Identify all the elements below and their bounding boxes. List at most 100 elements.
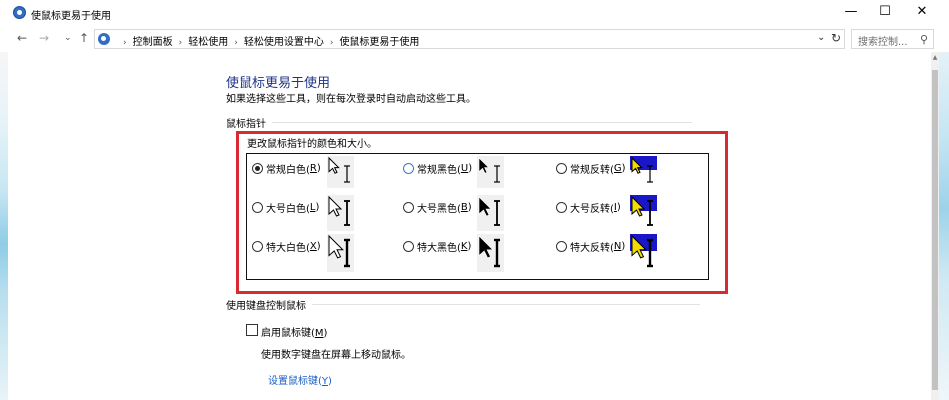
radio-button[interactable]: [252, 163, 263, 174]
pointer-preview-black-large: [477, 195, 504, 231]
radio-button[interactable]: [252, 241, 263, 252]
pointer-preview-white-regular: [327, 156, 354, 188]
pointer-option-black-large[interactable]: 大号黑色(B): [403, 200, 472, 215]
breadcrumb-item[interactable]: 轻松使用: [188, 37, 228, 48]
page-description: 如果选择这些工具，则在每次登录时自动启动这些工具。: [226, 94, 476, 105]
access-key: U: [460, 163, 469, 174]
pointer-option-inverted-extra-large[interactable]: 特大反转(N): [556, 239, 625, 254]
section-label: 使用键盘控制鼠标: [226, 301, 306, 312]
recent-locations-chevron-icon[interactable]: ⌄: [64, 33, 72, 43]
forward-arrow-icon[interactable]: →: [39, 31, 49, 45]
breadcrumb-item[interactable]: 轻松使用设置中心: [244, 37, 324, 48]
access-key: X: [309, 241, 317, 252]
mouse-keys-description: 使用数字键盘在屏幕上移动鼠标。: [261, 350, 411, 361]
pointer-option-black-extra-large[interactable]: 特大黑色(K): [403, 239, 471, 254]
access-key: N: [613, 241, 622, 252]
pointer-option-white-large[interactable]: 大号白色(L): [252, 200, 319, 215]
arrow-cursor-icon: [328, 234, 345, 259]
cursor-preview-icon: [630, 234, 657, 268]
text-cursor-icon: [494, 165, 500, 183]
radio-button[interactable]: [252, 202, 263, 213]
setup-mouse-keys-link[interactable]: 设置鼠标键(Y): [268, 372, 332, 387]
text-cursor-icon: [494, 200, 500, 226]
access-key: M: [314, 328, 324, 339]
radio-button[interactable]: [556, 163, 567, 174]
option-label-close: ): [315, 202, 320, 213]
cursor-preview-icon: [328, 234, 350, 268]
arrow-cursor-icon: [478, 235, 494, 259]
option-label-close: ): [621, 163, 626, 174]
control-panel-icon: [98, 33, 110, 45]
radio-button[interactable]: [556, 241, 567, 252]
text-cursor-icon: [344, 200, 350, 226]
window-title: 使鼠标更易于使用: [31, 11, 111, 22]
arrow-cursor-icon: [478, 157, 490, 174]
back-arrow-icon[interactable]: ←: [17, 31, 27, 45]
pointer-sub-label: 更改鼠标指针的颜色和大小。: [247, 139, 377, 150]
section-label: 鼠标指针: [226, 119, 266, 130]
mouse-keys-checkbox[interactable]: [246, 324, 258, 336]
option-label-close: ): [316, 241, 321, 252]
breadcrumb-separator-icon[interactable]: ›: [123, 38, 127, 48]
cursor-preview-icon: [478, 196, 500, 226]
search-placeholder: 搜索控制...: [858, 37, 908, 48]
pointer-preview-white-extra-large: [327, 234, 354, 272]
option-label: 特大黑色(: [417, 243, 461, 254]
breadcrumb-item[interactable]: 使鼠标更易于使用: [339, 37, 419, 48]
scroll-up-icon[interactable]: ▲: [931, 54, 939, 61]
text-cursor-icon: [344, 165, 350, 183]
link-close: ): [328, 376, 332, 387]
breadcrumb-separator-icon[interactable]: ›: [234, 38, 238, 48]
pointer-preview-inverted-large: [630, 195, 657, 231]
mouse-pointers-section-header: 鼠标指针: [226, 115, 692, 130]
pointer-option-black-regular[interactable]: 常规黑色(U): [403, 161, 472, 176]
access-key: R: [309, 163, 317, 174]
option-label: 大号黑色(: [417, 204, 461, 215]
navigation-bar: ← → ⌄ ↑ › 控制面板 › 轻松使用 › 轻松使用设置中心 › 使鼠标更易于使用 ⌄ ↻…: [0, 27, 949, 51]
address-dropdown-icon[interactable]: ⌄: [817, 32, 825, 43]
option-label: 特大反转(: [570, 243, 614, 254]
address-bar[interactable]: › 控制面板 › 轻松使用 › 轻松使用设置中心 › 使鼠标更易于使用 ⌄ ↻: [94, 29, 845, 49]
section-divider: [272, 122, 692, 123]
breadcrumb-separator-icon[interactable]: ›: [179, 38, 183, 48]
option-label: 特大白色(: [266, 243, 310, 254]
access-key: G: [613, 163, 622, 174]
option-label: 常规反转(: [570, 165, 614, 176]
radio-button[interactable]: [403, 241, 414, 252]
pointer-preview-white-large: [327, 195, 354, 231]
vertical-scrollbar[interactable]: ▲: [931, 52, 939, 400]
search-icon: ⚲: [920, 33, 929, 46]
section-divider: [312, 304, 700, 305]
cursor-preview-icon: [328, 195, 350, 226]
breadcrumb-item[interactable]: 控制面板: [133, 37, 173, 48]
option-label-close: ): [468, 163, 473, 174]
option-label-close: ): [467, 202, 472, 213]
cursor-preview-icon: [630, 156, 657, 183]
radio-button[interactable]: [556, 202, 567, 213]
arrow-cursor-icon: [328, 195, 343, 217]
breadcrumb-separator-icon[interactable]: ›: [330, 38, 334, 48]
up-arrow-icon[interactable]: ↑: [79, 31, 89, 45]
pointer-option-white-extra-large[interactable]: 特大白色(X): [252, 239, 321, 254]
title-bar: 使鼠标更易于使用 — ☐ ✕: [0, 0, 949, 26]
pointer-preview-black-regular: [477, 156, 504, 188]
pointer-option-inverted-large[interactable]: 大号反转(I): [556, 200, 621, 215]
refresh-icon[interactable]: ↻: [831, 31, 841, 45]
radio-button[interactable]: [403, 202, 414, 213]
arrow-cursor-icon: [328, 156, 340, 174]
option-label-close: ): [467, 241, 472, 252]
close-button[interactable]: ✕: [902, 0, 942, 26]
option-label-close: ): [621, 241, 626, 252]
scroll-thumb[interactable]: [932, 70, 938, 390]
control-panel-icon: [13, 6, 26, 19]
page-title: 使鼠标更易于使用: [226, 76, 331, 91]
search-input[interactable]: 搜索控制... ⚲: [851, 29, 934, 49]
option-label: 大号反转(: [570, 204, 614, 215]
radio-button[interactable]: [403, 163, 414, 174]
cursor-preview-icon: [328, 156, 350, 183]
maximize-button[interactable]: ☐: [865, 0, 905, 26]
pointer-option-white-regular[interactable]: 常规白色(R): [252, 161, 321, 176]
pointer-option-inverted-regular[interactable]: 常规反转(G): [556, 161, 626, 176]
link-text: 设置鼠标键(: [268, 376, 322, 387]
mouse-keys-checkbox-label[interactable]: 启用鼠标键(M): [261, 324, 327, 339]
